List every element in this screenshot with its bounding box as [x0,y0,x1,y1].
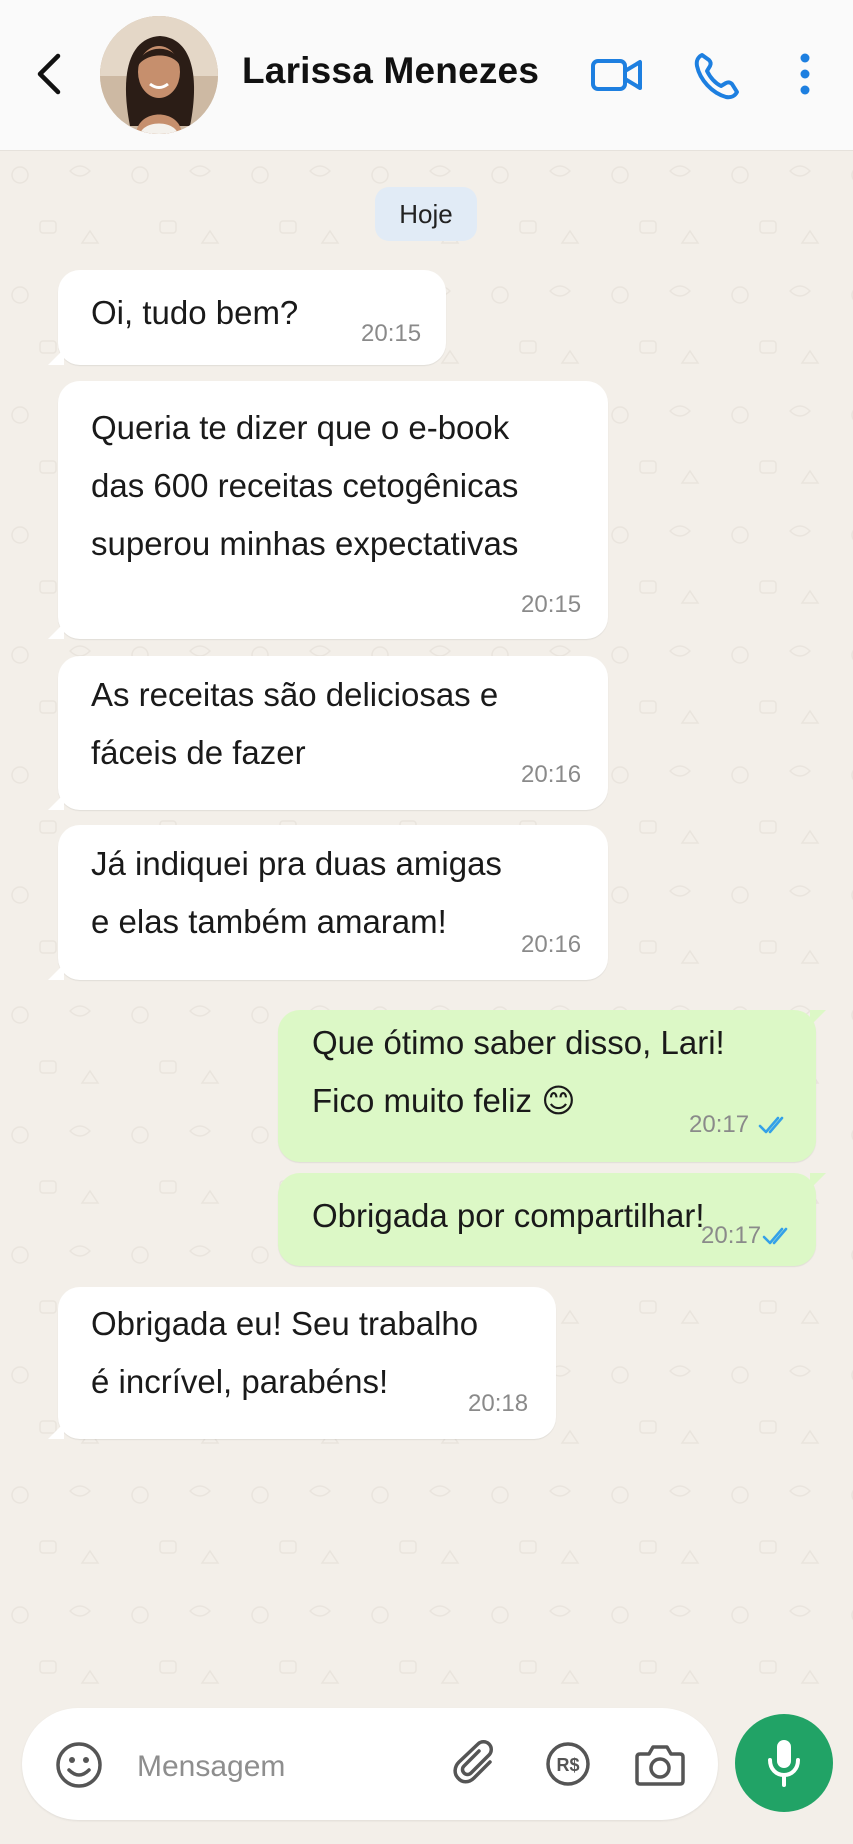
chevron-left-icon[interactable] [30,48,70,100]
paperclip-icon[interactable] [452,1738,504,1792]
voice-message-button[interactable] [735,1714,833,1812]
avatar[interactable] [100,16,218,134]
message-text: Oi, tudo bem? [91,294,299,331]
camera-icon[interactable] [634,1740,686,1788]
message-time: 20:16 [521,931,582,958]
chat-header: Larissa Menezes [0,0,853,151]
message-input[interactable] [135,1738,439,1796]
message-bubble-outgoing[interactable]: Que ótimo saber disso, Lari! Fico muito … [278,1010,826,1162]
message-text: Queria te dizer que o e-book das 600 rec… [91,409,519,562]
message-bubble-incoming[interactable]: Queria te dizer que o e-book das 600 rec… [48,381,608,639]
message-text: Que ótimo saber disso, Lari! Fico muito … [312,1024,725,1119]
svg-text:R$: R$ [556,1755,579,1775]
read-receipt-icon [758,1116,784,1134]
message-time: 20:16 [521,761,582,788]
emoji-icon[interactable] [54,1740,104,1790]
message-time: 20:18 [468,1390,529,1417]
phone-icon[interactable] [690,45,742,105]
more-vertical-icon[interactable] [790,45,820,105]
date-divider: Hoje [375,187,477,241]
message-bubble-incoming[interactable]: Obrigada eu! Seu trabalho é incrível, pa… [48,1287,556,1439]
microphone-icon [768,1740,800,1787]
video-camera-icon[interactable] [590,45,644,105]
message-bubble-incoming[interactable]: Oi, tudo bem? 20:15 [48,270,446,365]
message-text: Já indiquei pra duas amigas e elas també… [91,845,502,940]
message-text: Obrigada eu! Seu trabalho é incrível, pa… [91,1305,479,1400]
message-time: 20:15 [361,320,422,347]
message-bubble-incoming[interactable]: Já indiquei pra duas amigas e elas també… [48,825,608,980]
message-bubble-outgoing[interactable]: Obrigada por compartilhar! 20:17 [278,1173,826,1266]
read-receipt-icon [762,1227,788,1245]
message-time: 20:17 [701,1222,762,1249]
message-text: Obrigada por compartilhar! [312,1197,705,1234]
message-text: As receitas são deliciosas e fáceis de f… [91,676,499,771]
contact-name[interactable]: Larissa Menezes [242,50,539,92]
message-time: 20:15 [521,591,582,618]
real-currency-icon[interactable]: R$ [544,1740,592,1788]
message-bubble-incoming[interactable]: As receitas são deliciosas e fáceis de f… [48,656,608,810]
message-time: 20:17 [689,1111,750,1138]
